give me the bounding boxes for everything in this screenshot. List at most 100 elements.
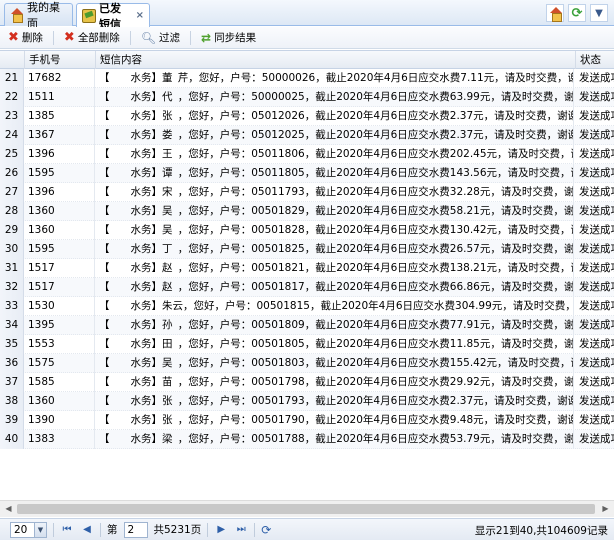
- table-row[interactable]: 39 1390 【 水务】张 ，您好，户号：00501790，截止2020年4月6日…: [0, 411, 614, 430]
- row-number: 32: [0, 278, 24, 297]
- refresh-tab-button[interactable]: ⟳: [568, 4, 586, 22]
- tab-sent-sms[interactable]: 已发短信 ×: [76, 2, 150, 31]
- house-icon: [549, 6, 562, 22]
- status-cell: 发送成功: [579, 376, 614, 388]
- table-row[interactable]: 26 1595 【 水务】谭 ，您好，户号：05011805，截止2020年4月6日…: [0, 164, 614, 183]
- pager-separator: [207, 522, 209, 537]
- delete-all-button[interactable]: ✖ 全部删除: [64, 30, 120, 45]
- status-cell: 发送成功: [579, 129, 614, 141]
- status-cell: 发送成功: [579, 110, 614, 122]
- home-button[interactable]: [546, 4, 564, 22]
- sync-results-button[interactable]: ⇄ 同步结果: [201, 30, 256, 45]
- phone-cell: 1390: [25, 411, 95, 430]
- status-cell: 发送成功: [579, 300, 614, 312]
- row-number: 34: [0, 316, 24, 335]
- pager-separator: [100, 522, 101, 537]
- delete-all-icon: ✖: [63, 30, 75, 45]
- delete-button[interactable]: ✖ 删除: [8, 30, 43, 45]
- refresh-icon: ⟳: [571, 5, 583, 21]
- row-number: 22: [0, 88, 24, 107]
- phone-cell: 1517: [25, 259, 95, 278]
- table-row[interactable]: 27 1396 【 水务】宋 ，您好，户号：05011793，截止2020年4月6日…: [0, 183, 614, 202]
- row-number: 36: [0, 354, 24, 373]
- column-header-phone[interactable]: 手机号: [25, 51, 96, 69]
- chevron-down-icon: ▼: [34, 522, 46, 537]
- toolbar-separator: [129, 30, 131, 45]
- record-info: 显示21到40,共104609记录: [474, 525, 608, 537]
- first-page-icon[interactable]: ⏮: [60, 524, 74, 535]
- column-header-status[interactable]: 状态: [576, 51, 614, 69]
- message-cell: 【 水务】田 ，您好，户号：00501805，截止2020年4月6日应交水费11…: [96, 335, 574, 354]
- table-row[interactable]: 21 17682 【 水务】董 芹，您好，户号：50000026，截止2020年4月…: [0, 69, 614, 88]
- row-number-header: [0, 51, 25, 69]
- filter-label: 过滤: [159, 32, 181, 44]
- search-icon: 🔍︎: [140, 30, 157, 45]
- message-cell: 【 水务】张 ，您好，户号：00501793，截止2020年4月6日应交水费2.…: [96, 392, 574, 411]
- message-cell: 【 水务】吴 ，您好，户号：00501828，截止2020年4月6日应交水费13…: [96, 221, 574, 240]
- tab-close-icon[interactable]: ×: [136, 10, 144, 21]
- status-cell: 发送成功: [579, 224, 614, 236]
- status-cell: 发送成功: [579, 167, 614, 179]
- pager-separator: [53, 522, 54, 537]
- page-number-input[interactable]: 2: [123, 521, 148, 538]
- phone-cell: 1367: [25, 126, 95, 145]
- table-row[interactable]: 34 1395 【 水务】孙 ，您好，户号：00501809，截止2020年4月6日…: [0, 316, 614, 335]
- page-size-value: 20: [14, 523, 28, 536]
- table-row[interactable]: 24 1367 【 水务】娄 ，您好，户号：05012025，截止2020年4月6日…: [0, 126, 614, 145]
- phone-cell: 1553: [25, 335, 95, 354]
- message-cell: 【 水务】丁 ，您好，户号：00501825，截止2020年4月6日应交水费26…: [96, 240, 574, 259]
- pager-separator: [254, 522, 256, 537]
- row-number: 37: [0, 373, 24, 392]
- pagination-bar: 20 ▼ ⏮ ◀ 第 2 共5231页 ▶ ⏭ ⟳ 显示21到40,共10460…: [0, 518, 614, 540]
- filter-button[interactable]: 🔍︎ 过滤: [141, 30, 180, 45]
- message-cell: 【 水务】吴 ，您好，户号：00501803，截止2020年4月6日应交水费15…: [96, 354, 574, 373]
- table-row[interactable]: 29 1360 【 水务】吴 ，您好，户号：00501828，截止2020年4月6日…: [0, 221, 614, 240]
- phone-cell: 1511: [25, 88, 95, 107]
- delete-icon: ✖: [8, 30, 19, 45]
- row-number: 39: [0, 411, 24, 430]
- message-cell: 【 水务】朱云，您好，户号：00501815，截止2020年4月6日应交水费30…: [96, 297, 574, 316]
- scroll-right-icon[interactable]: ▶: [599, 503, 612, 515]
- table-row[interactable]: 23 1385 【 水务】张 ，您好，户号：05012026，截止2020年4月6日…: [0, 107, 614, 126]
- table-row[interactable]: 40 1383 【 水务】梁 ，您好，户号：00501788，截止2020年4月6日…: [0, 430, 614, 449]
- table-row[interactable]: 36 1575 【 水务】吴 ，您好，户号：00501803，截止2020年4月6日…: [0, 354, 614, 373]
- message-icon: [82, 8, 96, 23]
- phone-cell: 1585: [25, 373, 95, 392]
- status-cell: 发送成功: [579, 395, 614, 407]
- home-icon: [10, 8, 24, 23]
- toolbar-separator: [190, 30, 192, 45]
- row-number: 21: [0, 69, 24, 88]
- page-size-select[interactable]: 20 ▼: [10, 521, 47, 538]
- table-row[interactable]: 22 1511 【 水务】代 ，您好，户号：50000025，截止2020年4月6日…: [0, 88, 614, 107]
- scroll-left-icon[interactable]: ◀: [2, 503, 15, 515]
- status-cell: 发送成功: [579, 148, 614, 160]
- table-row[interactable]: 38 1360 【 水务】张 ，您好，户号：00501793，截止2020年4月6日…: [0, 392, 614, 411]
- row-number: 33: [0, 297, 24, 316]
- table-row[interactable]: 31 1517 【 水务】赵 ，您好，户号：00501821，截止2020年4月6日…: [0, 259, 614, 278]
- reload-icon[interactable]: ⟳: [261, 523, 271, 537]
- message-cell: 【 水务】苗 ，您好，户号：00501798，截止2020年4月6日应交水费29…: [96, 373, 574, 392]
- table-row[interactable]: 32 1517 【 水务】赵 ，您好，户号：00501817，截止2020年4月6日…: [0, 278, 614, 297]
- scrollbar-thumb[interactable]: [17, 504, 595, 514]
- last-page-icon[interactable]: ⏭: [234, 524, 248, 535]
- column-header-content[interactable]: 短信内容: [96, 51, 576, 69]
- status-cell: 发送成功: [579, 338, 614, 350]
- message-cell: 【 水务】张 ，您好，户号：00501790，截止2020年4月6日应交水费9.…: [96, 411, 574, 430]
- status-cell: 发送成功: [579, 186, 614, 198]
- message-cell: 【 水务】宋 ，您好，户号：05011793，截止2020年4月6日应交水费32…: [96, 183, 574, 202]
- prev-page-icon[interactable]: ◀: [80, 524, 94, 535]
- table-row[interactable]: 25 1396 【 水务】王 ，您好，户号：05011806，截止2020年4月6日…: [0, 145, 614, 164]
- tab-menu-button[interactable]: ▼: [590, 4, 608, 22]
- horizontal-scrollbar[interactable]: ◀ ▶: [0, 500, 614, 517]
- table-row[interactable]: 33 1530 【 水务】朱云，您好，户号：00501815，截止2020年4月6日…: [0, 297, 614, 316]
- message-cell: 【 水务】吴 ，您好，户号：00501829，截止2020年4月6日应交水费58…: [96, 202, 574, 221]
- phone-cell: 1396: [25, 183, 95, 202]
- tab-home[interactable]: 我的桌面: [4, 1, 73, 30]
- table-row[interactable]: 35 1553 【 水务】田 ，您好，户号：00501805，截止2020年4月6日…: [0, 335, 614, 354]
- table-row[interactable]: 30 1595 【 水务】丁 ，您好，户号：00501825，截止2020年4月6日…: [0, 240, 614, 259]
- table-row[interactable]: 37 1585 【 水务】苗 ，您好，户号：00501798，截止2020年4月6日…: [0, 373, 614, 392]
- next-page-icon[interactable]: ▶: [214, 524, 228, 535]
- table-row[interactable]: 28 1360 【 水务】吴 ，您好，户号：00501829，截止2020年4月6日…: [0, 202, 614, 221]
- phone-cell: 1595: [25, 240, 95, 259]
- row-number: 35: [0, 335, 24, 354]
